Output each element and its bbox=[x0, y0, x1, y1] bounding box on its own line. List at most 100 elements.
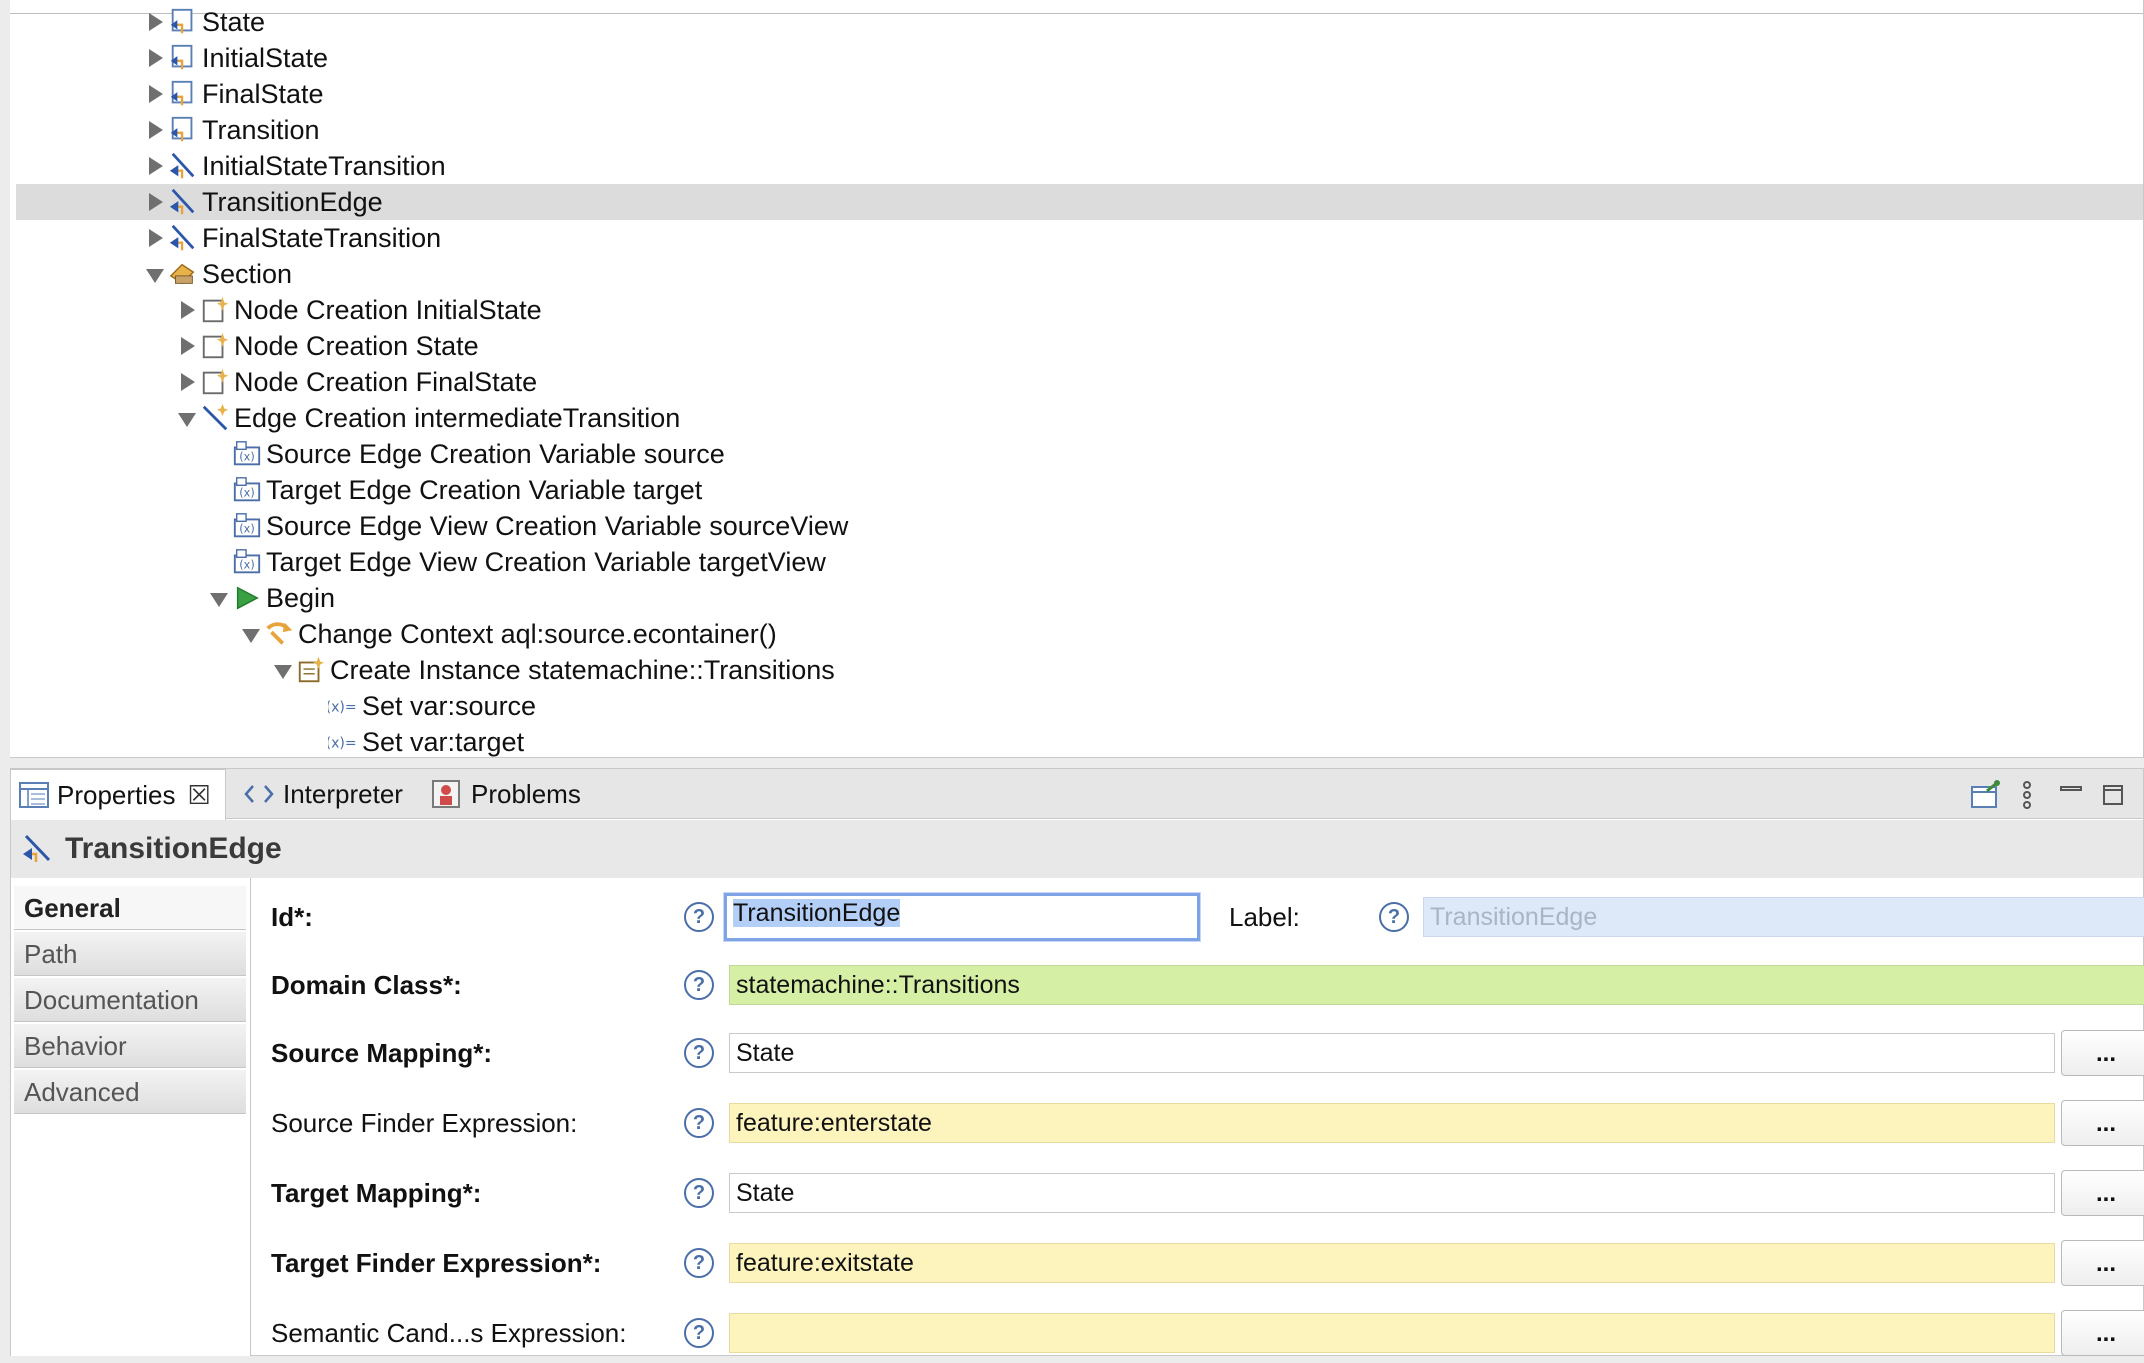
tree-item-label: Target Edge View Creation Variable targe… bbox=[266, 547, 826, 577]
tree-item[interactable]: InitialStateTransition bbox=[16, 148, 2143, 184]
chevron-down-icon[interactable] bbox=[144, 263, 166, 285]
source-finder-label: Source Finder Expression: bbox=[271, 1108, 578, 1138]
tree-item[interactable]: State bbox=[16, 4, 2143, 40]
target-mapping-input[interactable]: State bbox=[729, 1173, 2055, 1213]
tree-item[interactable]: Change Context aql:source.econtainer() bbox=[16, 616, 2143, 652]
chevron-right-icon[interactable] bbox=[176, 299, 198, 321]
tree-item[interactable]: (x) Target Edge View Creation Variable ta… bbox=[16, 544, 2143, 580]
chevron-down-icon[interactable] bbox=[176, 407, 198, 429]
chevron-right-icon[interactable] bbox=[144, 47, 166, 69]
help-icon[interactable]: ? bbox=[684, 902, 714, 932]
tree-item-label: Begin bbox=[266, 583, 336, 613]
node-creation-icon bbox=[202, 332, 229, 359]
target-finder-edit-button[interactable]: ... bbox=[2061, 1240, 2144, 1286]
chevron-right-icon[interactable] bbox=[176, 335, 198, 357]
target-finder-input[interactable]: feature:exitstate bbox=[729, 1243, 2055, 1283]
edge-mapping-icon bbox=[23, 834, 51, 862]
window-bottom-edge bbox=[0, 1356, 2144, 1363]
variable-icon: (x) bbox=[233, 441, 261, 466]
help-icon[interactable]: ? bbox=[684, 1178, 714, 1208]
tab-properties[interactable]: Properties ☒ bbox=[11, 769, 226, 820]
node-mapping-icon bbox=[170, 80, 193, 106]
tree-item-label: Create Instance statemachine::Transition… bbox=[330, 655, 835, 685]
chevron-right-icon[interactable] bbox=[144, 83, 166, 105]
chevron-right-icon[interactable] bbox=[144, 227, 166, 249]
chevron-right-icon[interactable] bbox=[144, 155, 166, 177]
tree-item[interactable]: Section bbox=[16, 256, 2143, 292]
tree-item[interactable]: (x)= Set var:target bbox=[16, 724, 2143, 757]
help-icon[interactable]: ? bbox=[684, 1318, 714, 1348]
help-icon[interactable]: ? bbox=[684, 970, 714, 1000]
label-input[interactable]: TransitionEdge bbox=[1423, 897, 2144, 937]
properties-title: TransitionEdge bbox=[65, 832, 282, 865]
view-tab-bar: Properties ☒ Interpreter Problems bbox=[11, 769, 2143, 820]
edge-mapping-icon bbox=[169, 152, 195, 179]
side-tab-path[interactable]: Path bbox=[14, 932, 246, 976]
maximize-icon[interactable] bbox=[2097, 779, 2129, 811]
tree-item[interactable]: Node Creation InitialState bbox=[16, 292, 2143, 328]
source-mapping-browse-button[interactable]: ... bbox=[2061, 1030, 2144, 1076]
set-value-icon: (x)= bbox=[328, 736, 357, 752]
chevron-down-icon[interactable] bbox=[272, 659, 294, 681]
side-tab-behavior[interactable]: Behavior bbox=[14, 1024, 246, 1068]
tree-item-label: Change Context aql:source.econtainer() bbox=[298, 619, 777, 649]
chevron-right-icon[interactable] bbox=[176, 371, 198, 393]
source-mapping-input[interactable]: State bbox=[729, 1033, 2055, 1073]
minimize-icon[interactable] bbox=[2055, 779, 2087, 811]
semantic-candidates-edit-button[interactable]: ... bbox=[2061, 1310, 2144, 1356]
target-mapping-browse-button[interactable]: ... bbox=[2061, 1170, 2144, 1216]
close-icon[interactable]: ☒ bbox=[188, 780, 211, 811]
odesign-tree-editor[interactable]: State InitialState FinalState Transition Ini… bbox=[10, 0, 2144, 758]
semantic-candidates-input[interactable] bbox=[729, 1313, 2055, 1353]
properties-icon bbox=[19, 782, 49, 808]
tree-item[interactable]: FinalStateTransition bbox=[16, 220, 2143, 256]
tree-item-label: Set var:source bbox=[362, 691, 537, 721]
id-input[interactable]: TransitionEdge bbox=[724, 893, 1200, 941]
tree-item[interactable]: TransitionEdge bbox=[16, 184, 2143, 220]
domain-class-input[interactable]: statemachine::Transitions bbox=[729, 965, 2144, 1005]
tree-item[interactable]: Begin bbox=[16, 580, 2143, 616]
begin-icon bbox=[236, 586, 259, 610]
target-finder-label: Target Finder Expression*: bbox=[271, 1248, 602, 1278]
tree-item[interactable]: (x) Target Edge Creation Variable target bbox=[16, 472, 2143, 508]
tree-item[interactable]: (x) Source Edge Creation Variable source bbox=[16, 436, 2143, 472]
help-icon[interactable]: ? bbox=[684, 1038, 714, 1068]
tree-item[interactable]: Node Creation State bbox=[16, 328, 2143, 364]
help-icon[interactable]: ? bbox=[684, 1108, 714, 1138]
tree-item-label: Source Edge View Creation Variable sourc… bbox=[266, 511, 849, 541]
tree-item[interactable]: Create Instance statemachine::Transition… bbox=[16, 652, 2143, 688]
svg-text:(x)=: (x)= bbox=[328, 736, 357, 752]
tree-item-label: InitialStateTransition bbox=[202, 151, 446, 181]
pin-view-icon[interactable] bbox=[1969, 779, 2001, 811]
tree-item[interactable]: Node Creation FinalState bbox=[16, 364, 2143, 400]
svg-text:(x): (x) bbox=[239, 559, 254, 572]
tree-item[interactable]: Transition bbox=[16, 112, 2143, 148]
tree-item-label: Target Edge Creation Variable target bbox=[266, 475, 703, 505]
view-menu-icon[interactable] bbox=[2011, 779, 2043, 811]
side-tab-documentation[interactable]: Documentation bbox=[14, 978, 246, 1022]
tree-item-label: Node Creation State bbox=[234, 331, 479, 361]
chevron-down-icon[interactable] bbox=[208, 587, 230, 609]
help-icon[interactable]: ? bbox=[684, 1248, 714, 1278]
side-tab-general[interactable]: General bbox=[14, 886, 246, 930]
tree-item[interactable]: (x) Source Edge View Creation Variable so… bbox=[16, 508, 2143, 544]
tree-item[interactable]: InitialState bbox=[16, 40, 2143, 76]
chevron-right-icon[interactable] bbox=[144, 191, 166, 213]
tree-item[interactable]: FinalState bbox=[16, 76, 2143, 112]
tab-problems[interactable]: Problems bbox=[431, 769, 581, 819]
variable-icon: (x) bbox=[233, 549, 261, 574]
edge-creation-icon bbox=[202, 403, 229, 431]
help-icon[interactable]: ? bbox=[1379, 902, 1409, 932]
tab-interpreter[interactable]: Interpreter bbox=[243, 769, 403, 819]
tree-item[interactable]: Edge Creation intermediateTransition bbox=[16, 400, 2143, 436]
tree-item-label: Section bbox=[202, 259, 293, 289]
side-tab-advanced[interactable]: Advanced bbox=[14, 1070, 246, 1114]
node-creation-icon bbox=[202, 296, 229, 323]
tree-item[interactable]: (x)= Set var:source bbox=[16, 688, 2143, 724]
source-finder-input[interactable]: feature:enterstate bbox=[729, 1103, 2055, 1143]
source-finder-edit-button[interactable]: ... bbox=[2061, 1100, 2144, 1146]
chevron-right-icon[interactable] bbox=[144, 119, 166, 141]
chevron-right-icon[interactable] bbox=[144, 11, 166, 33]
chevron-down-icon[interactable] bbox=[240, 623, 262, 645]
tab-properties-label: Properties bbox=[57, 779, 176, 810]
